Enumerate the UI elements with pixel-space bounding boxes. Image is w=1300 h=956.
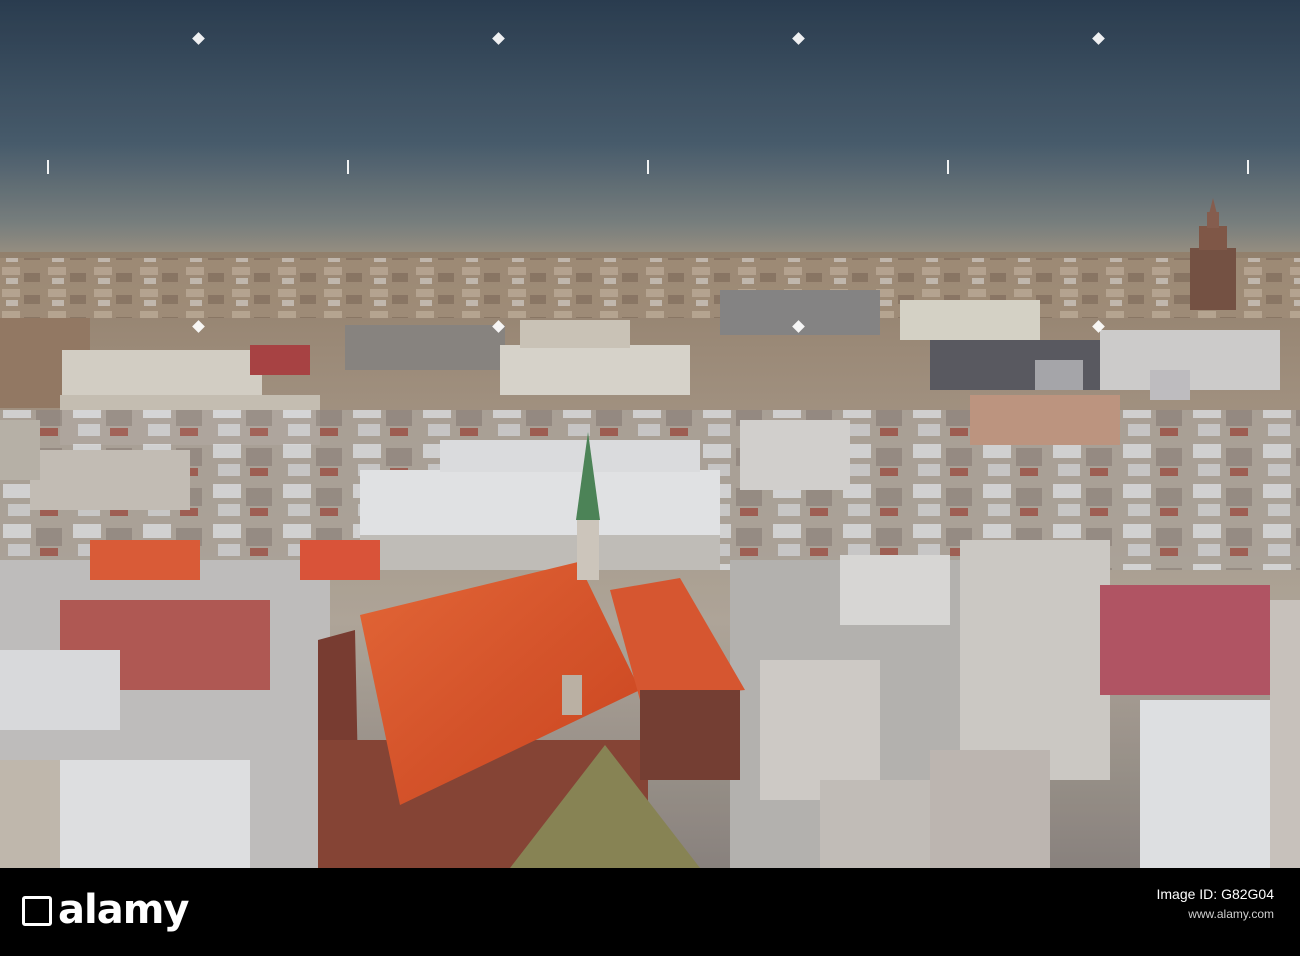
- site-link[interactable]: www.alamy.com: [1156, 904, 1274, 924]
- watermark-mark: [647, 160, 649, 174]
- logo-icon: [22, 896, 52, 926]
- city-photo: [0, 0, 1300, 868]
- watermark-mark: [947, 160, 949, 174]
- watermark-mark: [47, 160, 49, 174]
- logo-text: alamy: [58, 887, 189, 933]
- tone-overlay: [0, 0, 1300, 868]
- city-illustration: [0, 0, 1300, 868]
- image-id: Image ID: G82G04: [1156, 886, 1274, 902]
- footer-logo[interactable]: alamy: [22, 885, 189, 935]
- watermark-mark: [1247, 160, 1249, 174]
- footer-bar: alamy Image ID: G82G04 www.alamy.com: [0, 868, 1300, 956]
- watermark-mark: [347, 160, 349, 174]
- footer-meta: Image ID: G82G04 www.alamy.com: [1156, 884, 1274, 924]
